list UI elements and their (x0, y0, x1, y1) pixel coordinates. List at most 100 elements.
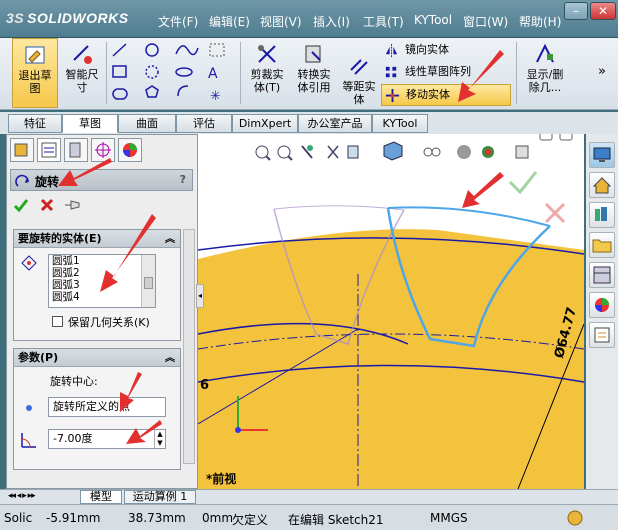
angle-icon (21, 433, 36, 448)
tab-sketch[interactable]: 草图 (62, 114, 118, 133)
tab-configuration-manager[interactable] (64, 138, 88, 162)
property-manager-icon (41, 142, 57, 158)
tab-features[interactable]: 特征 (8, 114, 62, 133)
status-x-coordinate: -5.91mm (46, 511, 101, 525)
command-manager: 退出草 图 智能尺 寸 A ✳ 剪裁实 体(T) 转换实 体引用 等距实 体 镜… (0, 38, 618, 110)
task-view-palette-button[interactable] (589, 262, 615, 288)
mirror-entities-button[interactable]: 镜向实体 (381, 40, 511, 62)
tab-kytool[interactable]: KYTool (372, 114, 428, 133)
ok-check-icon[interactable] (13, 197, 29, 213)
close-button[interactable]: ✕ (590, 2, 616, 20)
menu-kytool[interactable]: KYTool (414, 13, 452, 27)
exit-sketch-button[interactable]: 退出草 图 (12, 38, 58, 108)
library-icon (595, 207, 607, 221)
minimize-button[interactable]: – (564, 2, 588, 20)
smart-dimension-button[interactable]: 智能尺 寸 (62, 38, 102, 108)
custom-properties-icon (594, 327, 610, 343)
task-appearances-button[interactable] (589, 292, 615, 318)
display-relations-icon (536, 43, 554, 63)
list-item[interactable]: 圆弧4 (52, 291, 155, 303)
part-face[interactable] (198, 229, 584, 489)
panel-collapse-handle[interactable]: ◂ (196, 284, 204, 308)
confirm-cancel-icon[interactable] (544, 202, 566, 224)
menu-view[interactable]: 视图(V) (260, 13, 302, 30)
confirm-check-icon[interactable] (508, 171, 538, 195)
tab-display-manager[interactable] (118, 138, 142, 162)
parameters-group-header[interactable]: 参数(P) ︽ (14, 349, 180, 367)
list-item[interactable]: 圆弧1 (52, 255, 155, 267)
trim-entities-button[interactable]: 剪裁实 体(T) (246, 38, 288, 108)
tab-surfaces[interactable]: 曲面 (118, 114, 176, 133)
entities-to-rotate-group: 要旋转的实体(E) ︽ 圆弧1 圆弧2 圆弧3 圆弧4 保留几何关系(K) (13, 229, 181, 341)
tab-property-manager[interactable] (37, 138, 61, 162)
help-icon[interactable]: ? (180, 173, 186, 186)
original-tooth-tip[interactable] (273, 205, 405, 211)
move-entities-button[interactable]: 移动实体 (381, 84, 511, 106)
convert-entities-button[interactable]: 转换实 体引用 (292, 38, 336, 108)
heads-up-view-toolbar[interactable] (255, 141, 529, 161)
cancel-x-icon[interactable] (39, 197, 55, 213)
angle-spin-buttons[interactable]: ▲ ▼ (154, 430, 165, 448)
move-entities-icon (385, 88, 400, 103)
task-custom-properties-button[interactable] (589, 322, 615, 348)
convert-entities-icon (305, 45, 321, 63)
smart-dimension-icon (73, 45, 92, 64)
pushpin-icon[interactable] (63, 197, 83, 213)
sketch-tools-icons[interactable]: A ✳ (110, 40, 236, 106)
tab-feature-tree[interactable] (10, 138, 34, 162)
menu-insert[interactable]: 插入(I) (313, 13, 350, 30)
dimension-text-left[interactable]: 6 (200, 378, 209, 393)
rotate-icon (15, 174, 29, 187)
listbox-scrollbar[interactable] (141, 255, 155, 307)
rotated-tooth-tip[interactable] (387, 206, 551, 227)
rotation-center-label: 旋转中心: (50, 375, 98, 388)
task-design-library-button[interactable] (589, 202, 615, 228)
tab-navigation-arrows[interactable]: ◂◂ ◂ ▸ ▸▸ (8, 491, 36, 501)
graphics-canvas[interactable] (198, 134, 584, 489)
selection-entities-icon (21, 255, 37, 271)
toolbar-separator (106, 42, 107, 104)
rotation-angle-field[interactable]: -7.00度 (48, 429, 166, 449)
tab-model[interactable]: 模型 (80, 490, 122, 504)
display-delete-relations-button[interactable]: 显示/删 除几... (520, 38, 570, 108)
toolbar-more-button[interactable]: » (598, 64, 606, 79)
home-icon (592, 177, 612, 194)
collapse-chevron-icon[interactable]: ︽ (165, 231, 175, 249)
title-bar: 3S SOLIDWORKS 文件(F) 编辑(E) 视图(V) 插入(I) 工具(… (0, 0, 618, 38)
menu-file[interactable]: 文件(F) (158, 13, 198, 30)
scrollbar-thumb[interactable] (144, 277, 153, 289)
task-file-explorer-button[interactable] (589, 232, 615, 258)
menu-edit[interactable]: 编辑(E) (209, 13, 250, 30)
status-units[interactable]: MMGS (430, 511, 468, 525)
offset-entities-button[interactable]: 等距实 体 (338, 50, 380, 120)
entities-listbox[interactable]: 圆弧1 圆弧2 圆弧3 圆弧4 (48, 254, 156, 308)
status-bar: Solic -5.91mm 38.73mm 0mm 欠定义 在编辑 Sketch… (0, 504, 618, 530)
menu-tools[interactable]: 工具(T) (363, 13, 404, 30)
status-sketch-state: 欠定义 (232, 513, 269, 527)
mirror-icon (385, 43, 398, 58)
rotation-center-field[interactable]: 旋转所定义的点 (48, 397, 166, 417)
property-manager: 旋转 ? 要旋转的实体(E) ︽ 圆弧1 圆弧2 圆弧3 圆弧4 保留几何关系(K… (6, 134, 198, 489)
menu-window[interactable]: 窗口(W) (463, 13, 508, 30)
solidworks-logo[interactable]: 3S SOLIDWORKS (6, 10, 129, 26)
tab-evaluate[interactable]: 评估 (176, 114, 232, 133)
list-item[interactable]: 圆弧3 (52, 279, 155, 291)
entities-group-header[interactable]: 要旋转的实体(E) ︽ (14, 230, 180, 248)
linear-pattern-button[interactable]: 线性草图阵列 (381, 62, 511, 84)
tab-motion-study[interactable]: 运动算例 1 (124, 490, 196, 504)
parameters-group: 参数(P) ︽ 旋转中心: 旋转所定义的点 -7.00度 ▲ ▼ (13, 348, 181, 470)
collapse-chevron-icon[interactable]: ︽ (165, 350, 175, 368)
command-manager-tabs: 特征 草图 曲面 评估 DimXpert 办公室产品 KYTool (0, 112, 618, 134)
task-resources-button[interactable] (589, 172, 615, 198)
task-solidworks-resources-button[interactable] (589, 142, 615, 168)
tab-office-products[interactable]: 办公室产品 (298, 114, 372, 133)
graphics-area[interactable]: *前视 6 Ø64.77 (198, 134, 584, 489)
tab-dimxpert-manager[interactable] (91, 138, 115, 162)
pm-scrollbar[interactable] (183, 229, 195, 464)
help-question-icon[interactable] (566, 509, 584, 527)
menu-help[interactable]: 帮助(H) (519, 13, 561, 30)
tab-dimxpert[interactable]: DimXpert (232, 114, 298, 133)
list-item[interactable]: 圆弧2 (52, 267, 155, 279)
keep-relations-checkbox[interactable] (52, 316, 63, 327)
pm-title: 旋转 (35, 175, 60, 189)
